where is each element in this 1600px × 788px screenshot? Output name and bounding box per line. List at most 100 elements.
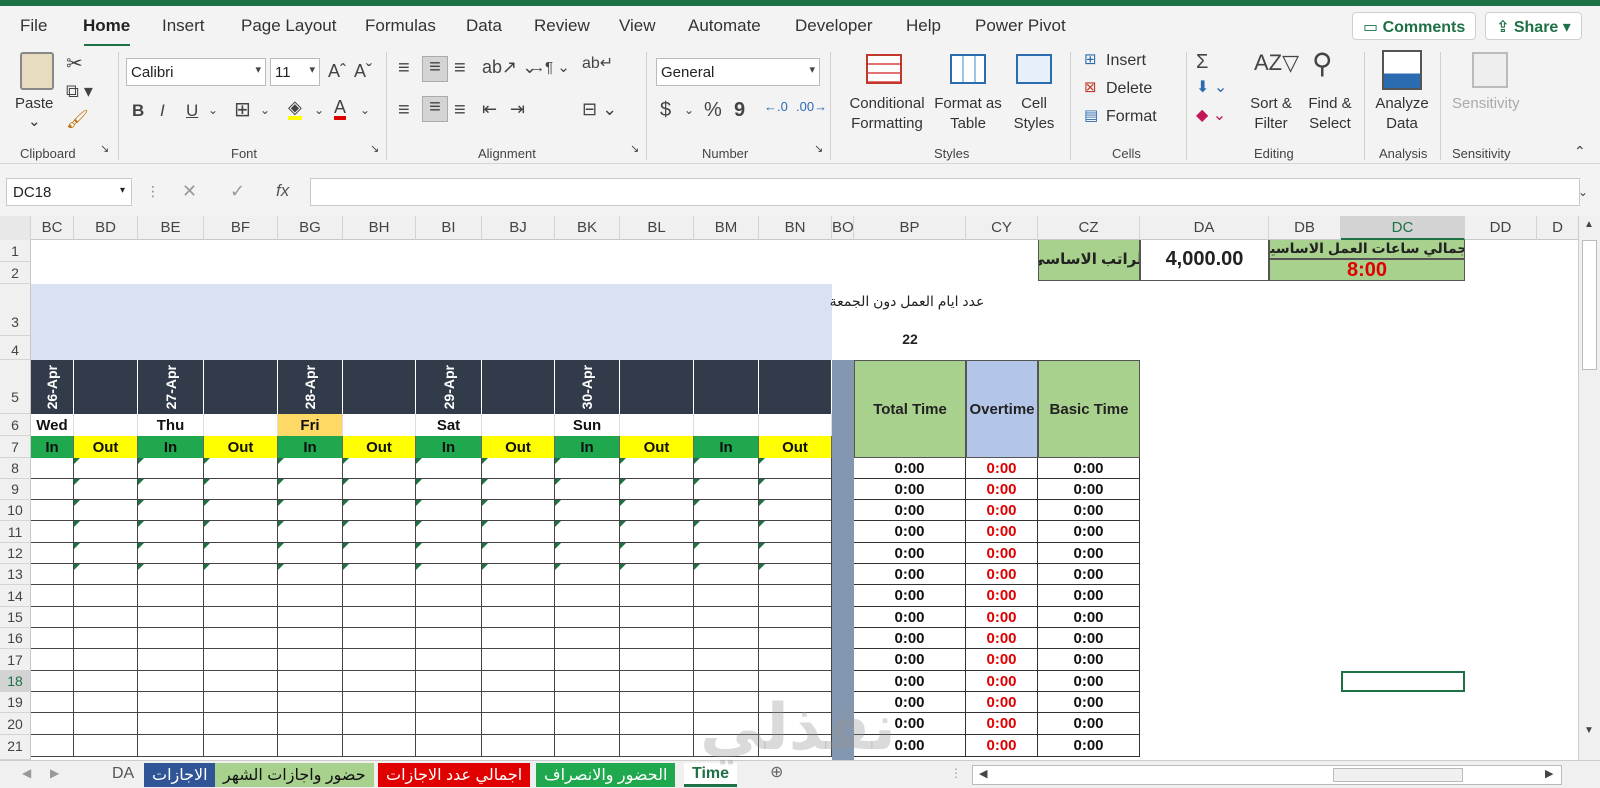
time-entry-cell[interactable]: [204, 713, 278, 735]
basic-time-cell[interactable]: 0:00: [1038, 521, 1140, 543]
total-time-cell[interactable]: 0:00: [854, 458, 966, 479]
out-header-cell[interactable]: Out: [74, 436, 138, 458]
overtime-cell[interactable]: 0:00: [966, 713, 1038, 735]
basic-time-cell[interactable]: 0:00: [1038, 479, 1140, 500]
decrease-indent-icon[interactable]: ⇤: [482, 100, 497, 118]
time-entry-cell[interactable]: [620, 500, 694, 521]
time-entry-cell[interactable]: [343, 543, 416, 564]
insert-cells-icon[interactable]: ⊞: [1084, 52, 1097, 67]
sheet-tab-time[interactable]: Time: [684, 763, 738, 787]
total-time-cell[interactable]: 0:00: [854, 607, 966, 628]
time-entry-cell[interactable]: [343, 564, 416, 585]
time-entry-cell[interactable]: [74, 649, 138, 671]
chevron-down-icon[interactable]: ⌄: [684, 104, 694, 116]
column-header[interactable]: DB: [1269, 216, 1341, 240]
time-entry-cell[interactable]: [204, 649, 278, 671]
basic-time-cell[interactable]: 0:00: [1038, 543, 1140, 564]
time-entry-cell[interactable]: [343, 500, 416, 521]
scroll-right-icon[interactable]: ▶: [1545, 769, 1553, 780]
worksheet-grid[interactable]: الراتب الاساسي 4,000.00 اجمالي ساعات الع…: [31, 240, 1578, 760]
overtime-cell[interactable]: 0:00: [966, 564, 1038, 585]
row-header-selected[interactable]: 18: [0, 671, 30, 692]
date-header-cell[interactable]: 29-Apr: [416, 360, 482, 414]
increase-decimal-icon[interactable]: ←.0: [764, 100, 788, 113]
total-time-cell[interactable]: 0:00: [854, 543, 966, 564]
time-entry-cell[interactable]: [74, 628, 138, 649]
basic-time-cell[interactable]: 0:00: [1038, 585, 1140, 607]
time-entry-cell[interactable]: [278, 585, 343, 607]
date-header-cell[interactable]: 28-Apr: [278, 360, 343, 414]
scroll-thumb[interactable]: [1582, 240, 1597, 370]
time-entry-cell[interactable]: [620, 479, 694, 500]
copy-icon[interactable]: ⧉ ▾: [66, 82, 93, 100]
insert-function-button[interactable]: fx: [276, 182, 289, 199]
format-cells-icon[interactable]: ▤: [1084, 108, 1098, 123]
time-entry-cell[interactable]: [343, 671, 416, 692]
overtime-cell[interactable]: 0:00: [966, 479, 1038, 500]
out-header-cell[interactable]: Out: [759, 436, 832, 458]
date-header-cell[interactable]: [620, 360, 694, 414]
time-entry-cell[interactable]: [204, 458, 278, 479]
time-entry-cell[interactable]: [138, 543, 204, 564]
dialog-launcher-icon[interactable]: ↘: [814, 144, 823, 155]
time-entry-cell[interactable]: [204, 671, 278, 692]
time-entry-cell[interactable]: [416, 692, 482, 713]
next-sheet-icon[interactable]: ▶: [50, 767, 59, 779]
find-select-button[interactable]: Find & Select: [1304, 94, 1356, 134]
tab-data[interactable]: Data: [466, 16, 502, 36]
column-header[interactable]: CZ: [1038, 216, 1140, 240]
time-entry-cell[interactable]: [138, 479, 204, 500]
conditional-formatting-icon[interactable]: [866, 54, 902, 84]
underline-button[interactable]: U: [186, 102, 198, 119]
h-scroll-thumb[interactable]: [1333, 768, 1463, 782]
time-entry-cell[interactable]: [482, 607, 555, 628]
row-header[interactable]: 3: [0, 284, 30, 336]
paste-button[interactable]: Paste: [15, 94, 53, 114]
text-direction-icon[interactable]: →¶ ⌄: [530, 60, 570, 75]
column-header[interactable]: D: [1537, 216, 1578, 240]
align-left-icon[interactable]: ≡: [398, 100, 410, 120]
overtime-header[interactable]: Overtime: [966, 360, 1038, 458]
total-time-cell[interactable]: 0:00: [854, 521, 966, 543]
time-entry-cell[interactable]: [620, 713, 694, 735]
time-entry-cell[interactable]: [278, 479, 343, 500]
orientation-icon[interactable]: ab↗ ⌄: [482, 58, 537, 76]
time-entry-cell[interactable]: [482, 521, 555, 543]
total-time-cell[interactable]: 0:00: [854, 500, 966, 521]
basic-time-cell[interactable]: 0:00: [1038, 607, 1140, 628]
time-entry-cell[interactable]: [694, 649, 759, 671]
time-entry-cell[interactable]: [74, 521, 138, 543]
tab-home[interactable]: Home: [83, 16, 130, 36]
time-entry-cell[interactable]: [74, 585, 138, 607]
overtime-cell[interactable]: 0:00: [966, 735, 1038, 757]
time-entry-cell[interactable]: [482, 564, 555, 585]
time-entry-cell[interactable]: [416, 713, 482, 735]
sort-filter-icon[interactable]: AZ▽: [1254, 52, 1299, 74]
overtime-cell[interactable]: 0:00: [966, 585, 1038, 607]
column-header[interactable]: BG: [278, 216, 343, 240]
time-entry-cell[interactable]: [278, 671, 343, 692]
time-entry-cell[interactable]: [31, 649, 74, 671]
sheet-tab-total-leave[interactable]: اجمالي عدد الاجازات: [378, 763, 531, 787]
time-entry-cell[interactable]: [31, 713, 74, 735]
basic-time-cell[interactable]: 0:00: [1038, 564, 1140, 585]
tab-view[interactable]: View: [619, 16, 656, 36]
time-entry-cell[interactable]: [74, 479, 138, 500]
share-button[interactable]: ⇪ Share ▾: [1485, 12, 1582, 40]
scroll-up-icon[interactable]: ▲: [1584, 220, 1594, 230]
overtime-cell[interactable]: 0:00: [966, 671, 1038, 692]
time-entry-cell[interactable]: [694, 607, 759, 628]
format-as-table-icon[interactable]: [950, 54, 986, 84]
day-cell[interactable]: Sun: [555, 414, 620, 436]
in-header-cell[interactable]: In: [416, 436, 482, 458]
time-entry-cell[interactable]: [482, 479, 555, 500]
in-header-cell[interactable]: In: [138, 436, 204, 458]
time-entry-cell[interactable]: [416, 649, 482, 671]
overtime-cell[interactable]: 0:00: [966, 628, 1038, 649]
row-header[interactable]: 4: [0, 336, 30, 360]
column-header[interactable]: BE: [138, 216, 204, 240]
time-entry-cell[interactable]: [31, 607, 74, 628]
time-entry-cell[interactable]: [555, 671, 620, 692]
tab-file[interactable]: File: [20, 16, 47, 36]
chevron-down-icon[interactable]: ⌄: [260, 104, 270, 116]
